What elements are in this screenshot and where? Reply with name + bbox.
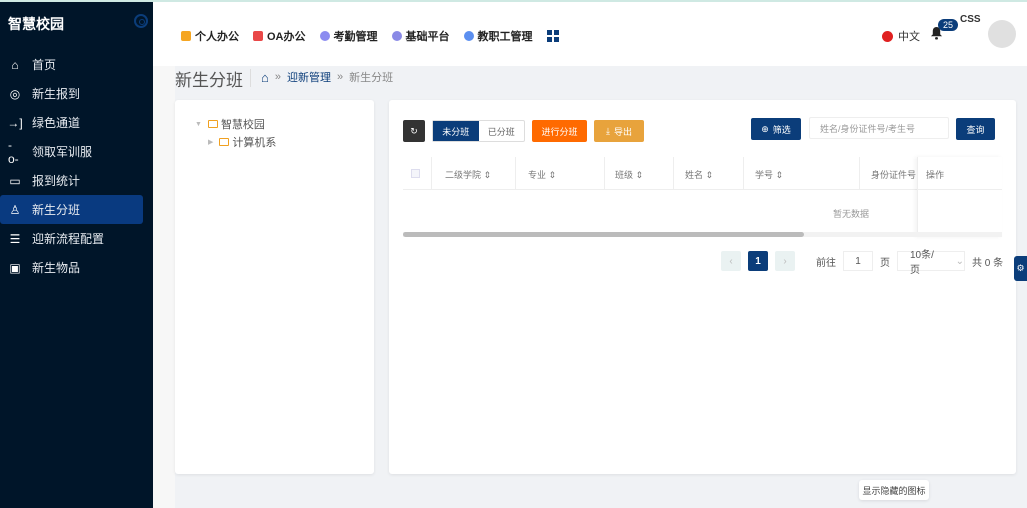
staff-icon [463,31,474,41]
sidebar-item-process-config[interactable]: ☰ 迎新流程配置 [0,224,153,253]
top-bar: 个人办公 OA办公 考勤管理 基础平台 教职工管理 中文 25 CSS [153,0,1027,66]
target-icon: ◎ [9,86,21,101]
username[interactable]: CSS [960,14,981,25]
notification-badge: 25 [938,19,959,31]
download-icon: ⤓ [606,125,610,136]
org-tree-panel: ▼ 智慧校园 ▶ 计算机系 [175,100,374,474]
filter-button[interactable]: ⊕ 筛选 [751,118,801,140]
table-header: 二级学院 ⇕ 专业 ⇕ 班级 ⇕ 姓名 ⇕ 学号 ⇕ 身份证件号 [403,157,1002,190]
platform-icon [391,31,402,41]
nav-oa-office[interactable]: OA办公 [253,28,306,44]
col-name[interactable]: 姓名 ⇕ [685,168,713,181]
caret-right-icon[interactable]: ▶ [208,138,213,146]
pagination: ‹ 1 › 前往 1 页 10条/页 ⌄ 共 0 条 [721,250,1004,276]
breadcrumb-welcome[interactable]: 迎新管理 [287,69,331,85]
sidebar-item-registration[interactable]: ◎ 新生报到 [0,79,153,108]
breadcrumb: ⌂ » 迎新管理 » 新生分班 [261,69,394,85]
divider [250,69,251,87]
main-panel: ↻ 未分班 已分班 进行分班 ⤓ 导出 ⊕ 筛选 姓名/身份证件号/考生号 查询 二… [389,100,1016,474]
archive-icon: ▣ [9,260,21,275]
sidebar-item-statistics[interactable]: ▭ 报到统计 [0,166,153,195]
show-hidden-icons-button[interactable]: 显示隐藏的图标 [859,480,929,500]
page-title: 新生分班 [175,71,243,90]
horizontal-scrollbar[interactable] [403,232,1002,237]
col-student-id[interactable]: 学号 ⇕ [755,168,783,181]
fixed-action-column: 操作 [917,157,1002,237]
nav-attendance[interactable]: 考勤管理 [319,28,378,44]
empty-state: 暂无数据 [833,209,870,219]
tab-assigned[interactable]: 已分班 [479,121,525,141]
sidebar-item-green-channel[interactable]: →] 绿色通道 [0,108,153,137]
collapse-toggle-icon[interactable] [134,14,148,28]
language-selector[interactable]: 中文 [882,28,920,44]
tree-node-child[interactable]: ▶ 计算机系 [208,134,276,150]
login-icon: →] [7,115,23,130]
briefcase-icon [253,31,263,41]
person-icon [319,31,330,41]
search-icon: ⊕ [761,123,769,134]
breadcrumb-current: 新生分班 [349,72,394,84]
total-count: 共 0 条 [972,257,1004,269]
folder-open-icon [207,120,218,128]
nav-personal-office[interactable]: 个人办公 [181,28,239,44]
tab-unassigned[interactable]: 未分班 [433,121,479,141]
col-id-number[interactable]: 身份证件号 [871,168,916,181]
commit-icon: -o- [8,137,19,166]
apps-grid-icon[interactable] [546,30,559,42]
query-button[interactable]: 查询 [956,118,995,140]
next-page-button[interactable]: › [775,251,795,271]
user-icon: ♙ [9,202,21,217]
prev-page-button[interactable]: ‹ [721,251,741,271]
sidebar-item-home[interactable]: ⌂ 首页 [0,50,153,79]
top-nav: 个人办公 OA办公 考勤管理 基础平台 教职工管理 [181,28,559,44]
inbox-icon: ▭ [9,173,21,188]
settings-gear-icon[interactable]: ⚙ [1014,256,1027,281]
assign-class-button[interactable]: 进行分班 [532,120,587,142]
folder-icon [219,138,230,146]
content-area: 新生分班 ⌂ » 迎新管理 » 新生分班 ▼ 智慧校园 ▶ 计算机系 ↻ 未分班 已… [175,66,1027,508]
goto-page-input[interactable]: 1 [843,251,873,271]
status-toggle: 未分班 已分班 [432,120,525,142]
refresh-icon: ↻ [410,125,418,136]
sidebar: 智慧校园 ⌂ 首页 ◎ 新生报到 →] 绿色通道 -o- 领取军训服 ▭ 报到统计 ♙ 新生… [0,0,153,508]
sidebar-item-class-assign[interactable]: ♙ 新生分班 [0,195,143,224]
chevron-down-icon: ⌄ [955,255,964,267]
home-icon: ⌂ [11,57,19,72]
col-college[interactable]: 二级学院 ⇕ [445,168,491,181]
export-button[interactable]: ⤓ 导出 [594,120,644,142]
caret-down-icon[interactable]: ▼ [195,121,202,128]
avatar[interactable] [988,20,1016,48]
home-icon[interactable]: ⌂ [261,70,269,85]
page-button[interactable]: 1 [748,251,768,271]
list-icon: ☰ [9,231,21,246]
sidebar-menu: ⌂ 首页 ◎ 新生报到 →] 绿色通道 -o- 领取军训服 ▭ 报到统计 ♙ 新生分班 ☰ 迎… [0,50,153,282]
china-flag-icon [882,30,893,42]
clipboard-icon [181,31,191,41]
sidebar-item-items[interactable]: ▣ 新生物品 [0,253,153,282]
sidebar-item-uniform[interactable]: -o- 领取军训服 [0,137,153,166]
col-class[interactable]: 班级 ⇕ [615,168,643,181]
select-all-checkbox[interactable] [411,169,420,178]
col-actions: 操作 [926,168,945,181]
page-size-select[interactable]: 10条/页 ⌄ [897,250,965,276]
col-major[interactable]: 专业 ⇕ [528,168,556,181]
search-input[interactable]: 姓名/身份证件号/考生号 [809,117,949,139]
refresh-button[interactable]: ↻ [403,120,425,142]
nav-base-platform[interactable]: 基础平台 [391,28,450,44]
app-logo: 智慧校园 [8,16,64,32]
scrollbar-thumb[interactable] [403,232,804,237]
tree-node-root[interactable]: ▼ 智慧校园 [195,116,265,132]
student-table: 二级学院 ⇕ 专业 ⇕ 班级 ⇕ 姓名 ⇕ 学号 ⇕ 身份证件号 暂无数据 操作 [403,157,1002,237]
nav-staff-management[interactable]: 教职工管理 [463,28,533,44]
